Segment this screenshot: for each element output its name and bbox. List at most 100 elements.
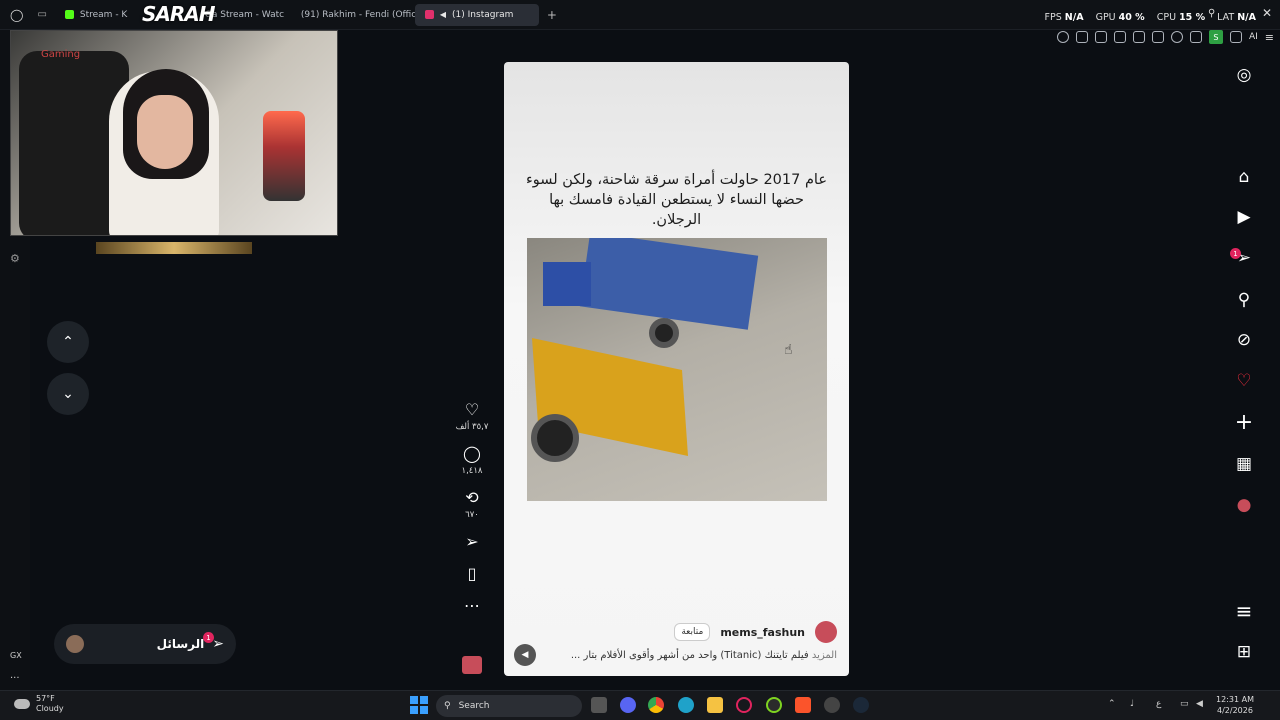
- cloud-icon: [14, 699, 30, 709]
- tab-youtube[interactable]: (91) Rakhim - Fendi (Offici: [285, 4, 415, 26]
- brave-icon[interactable]: [795, 697, 811, 713]
- task-view-icon[interactable]: [591, 697, 607, 713]
- easy-setup-icon[interactable]: ≡: [1265, 31, 1274, 44]
- browser-toolbar: S AI ≡: [1056, 30, 1274, 44]
- discord-icon[interactable]: [620, 697, 636, 713]
- opera-menu-icon[interactable]: ◯: [10, 8, 23, 22]
- new-tab-button[interactable]: +: [547, 8, 557, 22]
- truck-bed: [579, 238, 759, 330]
- tab-kick[interactable]: Stream - K: [55, 4, 145, 26]
- save-icon: ▯: [467, 564, 477, 583]
- author-username[interactable]: mems_fashun: [720, 626, 805, 639]
- notifications-icon[interactable]: ♡: [1228, 367, 1260, 395]
- pin-icon[interactable]: [1075, 31, 1088, 43]
- profile-avatar[interactable]: ●: [1228, 491, 1260, 519]
- tray-overflow-icon[interactable]: ⌃: [1108, 699, 1116, 709]
- chatgpt-icon[interactable]: [824, 697, 840, 713]
- speaker-icon[interactable]: ◀: [440, 10, 446, 19]
- workspace-icon[interactable]: ▭: [37, 9, 46, 20]
- windows-taskbar: 57°F Cloudy ⚲ Search ⌃ ♩ ع ▭ ◀ 12:31 AM 4/…: [0, 690, 1280, 720]
- sidebar-more-icon[interactable]: ...: [10, 670, 20, 681]
- play-icon[interactable]: [1151, 31, 1164, 43]
- weather-widget[interactable]: 57°F Cloudy: [14, 694, 64, 714]
- microphone-icon[interactable]: ♩: [1130, 699, 1134, 709]
- messages-badge: 1: [203, 632, 214, 643]
- previous-reel-button[interactable]: ⌃: [47, 321, 89, 363]
- messages-bar[interactable]: الرسائل ➢ 1: [54, 624, 236, 664]
- steam-icon[interactable]: [853, 697, 869, 713]
- gx-performance-hud: FPS N/A GPU 40 % CPU 15 % LAT N/A: [1044, 12, 1256, 23]
- extension-s-button[interactable]: S: [1208, 30, 1223, 44]
- network-icon[interactable]: ▭: [1180, 699, 1189, 709]
- search-icon: ⚲: [444, 701, 451, 711]
- repost-icon: ⟲: [465, 488, 479, 507]
- share-icon: ➢: [465, 532, 479, 551]
- home-icon[interactable]: ⌂: [1228, 163, 1260, 191]
- instagram-icon[interactable]: ◎: [1228, 61, 1260, 89]
- extensions-icon[interactable]: [1189, 31, 1202, 43]
- author-avatar[interactable]: [815, 621, 837, 643]
- menu-icon[interactable]: ≡: [1228, 597, 1260, 625]
- like-action[interactable]: ♡ ٣٥,٧ ألف: [456, 400, 489, 432]
- wheel: [649, 318, 679, 348]
- more-link[interactable]: المزيد: [812, 650, 837, 661]
- streamer-face: [137, 95, 193, 169]
- next-reel-button[interactable]: ⌄: [47, 373, 89, 415]
- settings-gear-icon[interactable]: ⚙: [10, 252, 20, 265]
- shield-icon[interactable]: [1113, 31, 1126, 43]
- comment-count: ١,٤١٨: [461, 466, 483, 476]
- search-icon[interactable]: ⚲: [1228, 286, 1260, 314]
- ai-button[interactable]: AI: [1249, 32, 1258, 42]
- file-explorer-icon[interactable]: [707, 697, 723, 713]
- create-icon[interactable]: +: [1228, 408, 1260, 436]
- more-action[interactable]: ⋯: [464, 596, 480, 616]
- minimize-button[interactable]: ⚲: [1208, 8, 1215, 19]
- mute-icon[interactable]: ◀: [514, 644, 536, 666]
- kick-icon: [64, 10, 74, 19]
- instagram-tab-icon: [424, 10, 434, 19]
- reel-video[interactable]: [527, 238, 827, 501]
- taskbar-clock[interactable]: 12:31 AM 4/2/2026: [1216, 694, 1254, 716]
- nav-messages-badge: 1: [1230, 248, 1241, 259]
- edge-icon[interactable]: [678, 697, 694, 713]
- repost-action[interactable]: ⟲ ٦٧٠: [465, 488, 479, 520]
- heart-icon: ♡: [464, 400, 480, 419]
- taskbar-search[interactable]: ⚲ Search: [436, 695, 582, 717]
- chrome-icon[interactable]: [648, 697, 664, 713]
- opera-gx-icon[interactable]: [736, 697, 752, 713]
- follow-button[interactable]: متابعة: [674, 623, 711, 641]
- also-from-meta-icon[interactable]: ⊞: [1228, 638, 1260, 666]
- snapshot-icon[interactable]: [1094, 31, 1107, 43]
- share-action[interactable]: ➢: [465, 532, 478, 552]
- translate-icon[interactable]: [1132, 31, 1145, 43]
- chair-watermark: Gaming: [41, 49, 81, 60]
- microphone: [263, 111, 305, 201]
- messages-avatar: [66, 635, 84, 653]
- save-action[interactable]: ▯: [468, 564, 477, 584]
- dashboard-icon[interactable]: ▦: [1228, 450, 1260, 478]
- reel-card[interactable]: عام 2017 حاولت أمراة سرقة شاحنة، ولكن لس…: [504, 62, 849, 676]
- windows-start-icon[interactable]: [410, 696, 428, 714]
- zoom-icon[interactable]: [1056, 31, 1069, 43]
- reel-description[interactable]: المزيد فيلم تايتنك (Titanic) واحد من أشه…: [571, 650, 837, 661]
- heart-bookmark-icon[interactable]: [1170, 31, 1183, 43]
- reel-actions: ♡ ٣٥,٧ ألف ◯ ١,٤١٨ ⟲ ٦٧٠ ➢ ▯ ⋯: [450, 400, 494, 628]
- more-icon: ⋯: [464, 596, 480, 615]
- cursor-hand-icon: ☝: [784, 342, 793, 358]
- xbox-icon[interactable]: [766, 697, 782, 713]
- keyboard-language[interactable]: ع: [1156, 699, 1161, 709]
- reels-icon[interactable]: ▶: [1228, 203, 1260, 231]
- send-icon: ➢: [212, 636, 224, 652]
- close-window-button[interactable]: ✕: [1262, 6, 1272, 20]
- reel-author: متابعة mems_fashun: [674, 621, 837, 643]
- comment-action[interactable]: ◯ ١,٤١٨: [462, 444, 483, 476]
- download-icon[interactable]: [1229, 31, 1242, 43]
- stream-overlay-bar: [96, 242, 252, 254]
- explore-icon[interactable]: ⊘: [1228, 326, 1260, 354]
- audio-thumbnail[interactable]: [462, 656, 482, 674]
- gx-label[interactable]: GX: [10, 651, 22, 660]
- volume-icon[interactable]: ◀: [1196, 699, 1203, 709]
- stream-logo: SARAH: [142, 2, 215, 26]
- like-count: ٣٥,٧ ألف: [455, 422, 489, 432]
- tab-instagram[interactable]: ◀ (1) Instagram: [414, 3, 539, 26]
